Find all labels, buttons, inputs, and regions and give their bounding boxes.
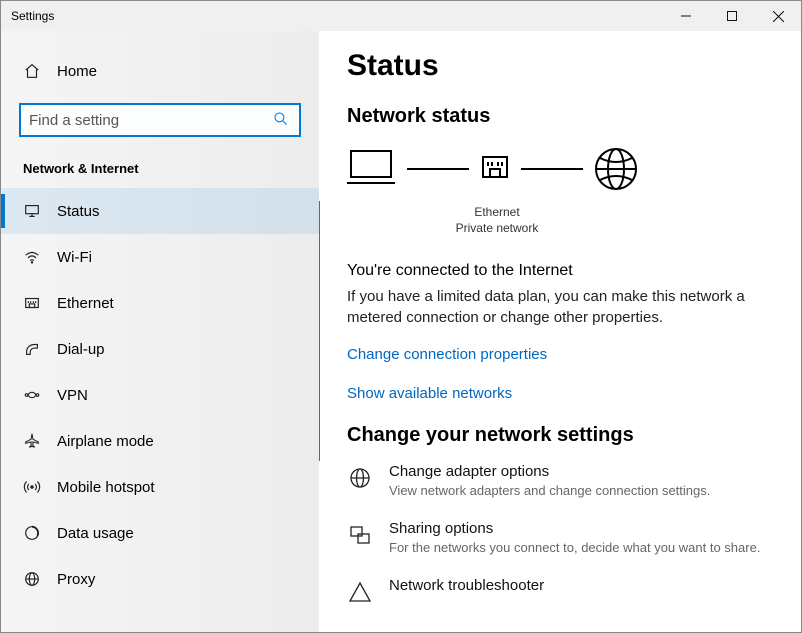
row-title: Network troubleshooter	[389, 577, 544, 594]
nav-airplane[interactable]: Airplane mode	[1, 418, 319, 464]
home-icon	[23, 62, 43, 80]
nav-label: Airplane mode	[57, 433, 154, 450]
nav-datausage[interactable]: Data usage	[1, 510, 319, 556]
nav-wifi[interactable]: Wi-Fi	[1, 234, 319, 280]
section-change-settings: Change your network settings	[347, 424, 773, 447]
diagram-line	[407, 168, 469, 170]
adapter-icon	[477, 151, 513, 187]
adapter-name: Ethernet	[347, 204, 647, 220]
row-change-adapter-options[interactable]: Change adapter options View network adap…	[347, 463, 773, 498]
search-box[interactable]	[19, 103, 301, 137]
category-header: Network & Internet	[1, 151, 319, 188]
sidebar: Home Network & Internet	[1, 31, 319, 632]
airplane-icon	[23, 432, 43, 450]
adapter-options-icon	[347, 466, 373, 490]
hotspot-icon	[23, 478, 43, 496]
network-type: Private network	[347, 220, 647, 236]
home-nav[interactable]: Home	[1, 51, 319, 91]
nav-hotspot[interactable]: Mobile hotspot	[1, 464, 319, 510]
page-title: Status	[347, 49, 773, 83]
titlebar: Settings	[1, 1, 801, 31]
search-input[interactable]	[21, 112, 263, 129]
status-icon	[23, 202, 43, 220]
maximize-button[interactable]	[709, 1, 755, 31]
row-title: Sharing options	[389, 520, 760, 537]
diagram-label: Ethernet Private network	[347, 204, 647, 236]
row-desc: View network adapters and change connect…	[389, 483, 710, 498]
sharing-options-icon	[347, 523, 373, 547]
network-diagram	[347, 144, 773, 194]
nav-label: Data usage	[57, 525, 134, 542]
minimize-button[interactable]	[663, 1, 709, 31]
nav-label: VPN	[57, 387, 88, 404]
connection-desc: If you have a limited data plan, you can…	[347, 286, 767, 328]
row-title: Change adapter options	[389, 463, 710, 480]
nav-list: Status Wi-Fi Eth	[1, 188, 319, 602]
vpn-icon	[23, 386, 43, 404]
nav-label: Ethernet	[57, 295, 114, 312]
nav-label: Dial-up	[57, 341, 105, 358]
nav-proxy[interactable]: Proxy	[1, 556, 319, 602]
dialup-icon	[23, 340, 43, 358]
nav-label: Wi-Fi	[57, 249, 92, 266]
link-change-connection-properties[interactable]: Change connection properties	[347, 346, 773, 363]
nav-ethernet[interactable]: Ethernet	[1, 280, 319, 326]
search-icon	[263, 111, 299, 130]
troubleshooter-icon	[347, 580, 373, 604]
close-button[interactable]	[755, 1, 801, 31]
row-desc: For the networks you connect to, decide …	[389, 540, 760, 555]
nav-label: Mobile hotspot	[57, 479, 155, 496]
row-network-troubleshooter[interactable]: Network troubleshooter	[347, 577, 773, 604]
main-content: Status Network status	[319, 31, 801, 632]
nav-label: Proxy	[57, 571, 95, 588]
globe-icon	[591, 144, 641, 194]
proxy-icon	[23, 570, 43, 588]
wifi-icon	[23, 248, 43, 266]
nav-label: Status	[57, 203, 100, 220]
window-title: Settings	[1, 9, 663, 23]
nav-dialup[interactable]: Dial-up	[1, 326, 319, 372]
link-show-available-networks[interactable]: Show available networks	[347, 385, 773, 402]
diagram-line	[521, 168, 583, 170]
nav-status[interactable]: Status	[1, 188, 319, 234]
row-sharing-options[interactable]: Sharing options For the networks you con…	[347, 520, 773, 555]
nav-vpn[interactable]: VPN	[1, 372, 319, 418]
settings-window: Settings Home	[0, 0, 802, 633]
connection-heading: You're connected to the Internet	[347, 262, 773, 280]
datausage-icon	[23, 524, 43, 542]
pc-icon	[347, 147, 399, 191]
section-network-status: Network status	[347, 105, 773, 128]
home-label: Home	[57, 63, 97, 80]
ethernet-icon	[23, 294, 43, 312]
